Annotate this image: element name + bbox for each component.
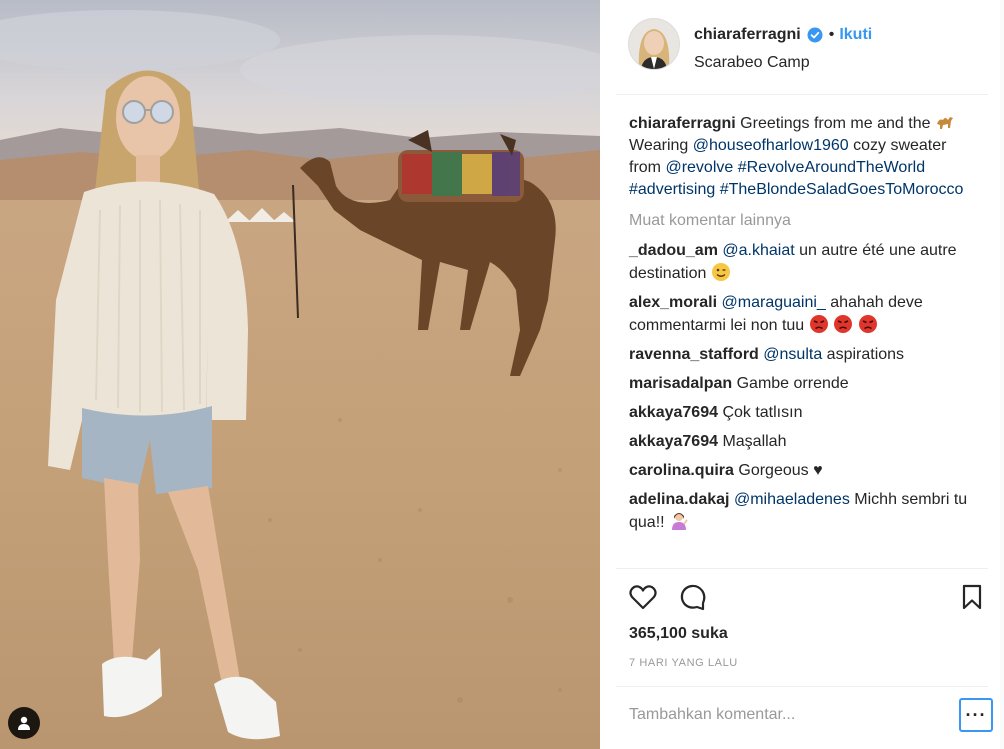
caption-username[interactable]: chiaraferragni — [629, 115, 736, 132]
user-tag-icon — [18, 716, 30, 730]
comment-mention[interactable]: @mihaeladenes — [734, 491, 850, 508]
separator-dot: • — [828, 26, 835, 43]
divider — [616, 686, 988, 687]
caption-hashtag[interactable]: #advertising — [629, 181, 715, 198]
divider — [616, 568, 988, 569]
user-line: chiaraferragni • Ikuti — [694, 26, 872, 44]
caption-hashtag[interactable]: #RevolveAroundTheWorld — [738, 159, 925, 176]
comment-text: Çok tatlısın — [722, 404, 803, 421]
comment-item: marisadalpan Gambe orrende — [629, 373, 979, 395]
heart-icon — [629, 585, 657, 610]
caption-mention[interactable]: @revolve — [665, 159, 733, 176]
follow-button[interactable]: Ikuti — [839, 26, 872, 44]
comment-mention[interactable]: @nsulta — [763, 346, 822, 363]
bookmark-icon — [962, 584, 982, 610]
wink-emoji — [711, 262, 731, 282]
comment-username[interactable]: alex_morali — [629, 294, 717, 311]
caption-mention[interactable]: @houseofharlow1960 — [693, 137, 849, 154]
caption-text: Greetings from me and the — [740, 115, 931, 132]
post-author-username[interactable]: chiaraferragni — [694, 26, 801, 44]
caption: chiaraferragni Greetings from me and the… — [629, 112, 979, 201]
post-photo[interactable] — [0, 0, 600, 749]
comment-username[interactable]: carolina.quira — [629, 462, 734, 479]
camel-emoji — [935, 112, 955, 132]
comment-username[interactable]: akkaya7694 — [629, 404, 718, 421]
comment-mention[interactable]: @a.khaiat — [722, 242, 794, 259]
comment-mention[interactable]: @maraguaini_ — [722, 294, 826, 311]
comment-username[interactable]: akkaya7694 — [629, 433, 718, 450]
post-timestamp: 7 HARI YANG LALU — [629, 657, 738, 669]
tagged-users-button[interactable] — [8, 707, 40, 739]
load-more-comments[interactable]: Muat komentar lainnya — [629, 210, 979, 232]
angry-face-emoji — [833, 314, 853, 334]
person-tipping-hand-emoji — [669, 511, 689, 531]
comment-item: alex_morali @maraguaini_ ahahah deve com… — [629, 292, 979, 337]
comment-username[interactable]: adelina.dakaj — [629, 491, 730, 508]
comment-username[interactable]: marisadalpan — [629, 375, 732, 392]
comment-item: _dadou_am @a.khaiat un autre été une aut… — [629, 240, 979, 285]
angry-face-emoji — [809, 314, 829, 334]
more-options-button[interactable]: ··· — [959, 698, 993, 732]
desert-camel-photo — [0, 0, 600, 749]
comment-text: Gorgeous ♥ — [738, 462, 823, 479]
comment-item: akkaya7694 Maşallah — [629, 431, 979, 453]
comment-item: adelina.dakaj @mihaeladenes Michh sembri… — [629, 489, 979, 534]
caption-text: Wearing — [629, 137, 689, 154]
comment-button[interactable] — [678, 582, 708, 612]
add-comment-input[interactable] — [629, 703, 929, 727]
comment-text: Gambe orrende — [736, 375, 849, 392]
save-button[interactable] — [957, 582, 987, 612]
like-button[interactable] — [628, 582, 658, 612]
avatar[interactable] — [628, 18, 680, 70]
comment-item: carolina.quira Gorgeous ♥ — [629, 460, 979, 482]
post-header: chiaraferragni • Ikuti Scarabeo Camp — [616, 0, 988, 95]
angry-face-emoji — [858, 314, 878, 334]
caption-hashtag[interactable]: #TheBlondeSaladGoesToMorocco — [720, 181, 964, 198]
scrollbar[interactable] — [1000, 0, 1004, 749]
comment-text: aspirations — [826, 346, 905, 363]
comment-text: Maşallah — [722, 433, 787, 450]
avatar-image — [629, 19, 679, 69]
comments-list: chiaraferragni Greetings from me and the… — [629, 112, 979, 541]
likes-count[interactable]: 365,100 suka — [629, 625, 728, 643]
comment-item: akkaya7694 Çok tatlısın — [629, 402, 979, 424]
location-link[interactable]: Scarabeo Camp — [694, 54, 810, 72]
comment-bubble-icon — [680, 584, 706, 611]
verified-badge-icon — [807, 27, 823, 43]
comment-username[interactable]: _dadou_am — [629, 242, 718, 259]
comment-item: ravenna_stafford @nsulta aspirations — [629, 344, 979, 366]
comment-username[interactable]: ravenna_stafford — [629, 346, 759, 363]
